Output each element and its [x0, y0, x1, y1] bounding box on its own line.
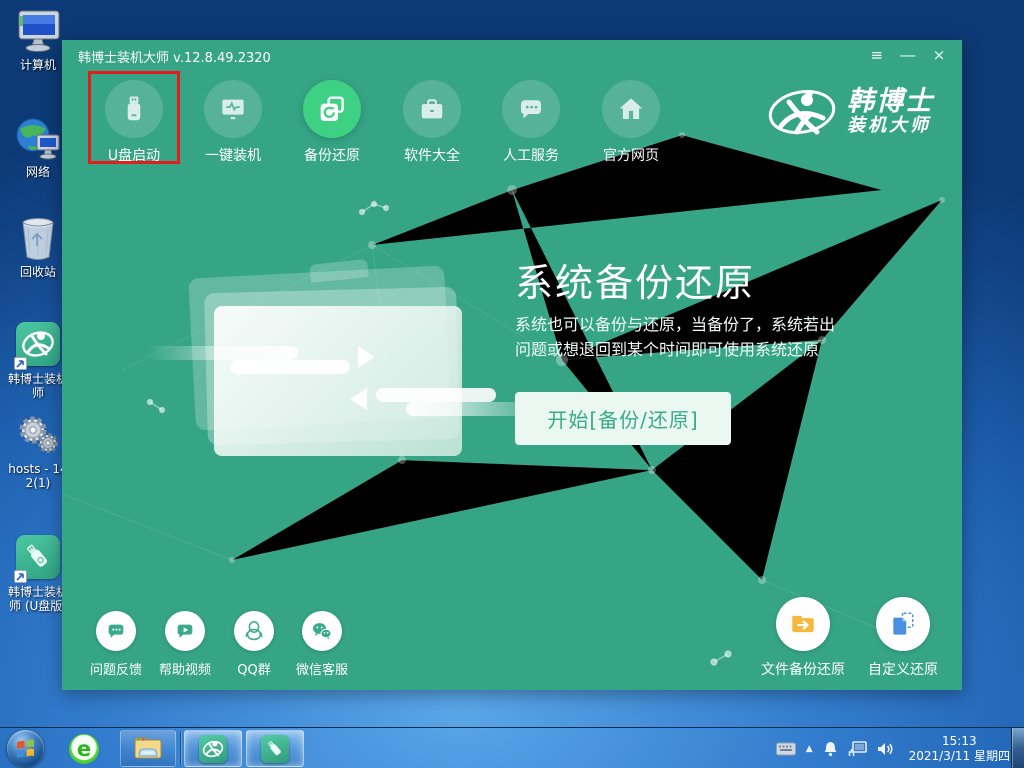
footer-link-wechat[interactable]: 微信客服: [286, 611, 358, 678]
footer-link-label: 帮助视频: [149, 659, 221, 678]
desktop: 计算机 网络 回收站: [0, 0, 1024, 768]
folder-illustration: [190, 266, 490, 476]
wechat-icon: [302, 611, 342, 651]
taskbar: e: [0, 727, 1024, 768]
backup-restore-icon: [303, 80, 361, 138]
desktop-icon-label: 回收站: [6, 265, 70, 279]
description-line2: 问题或想退回到某个时间即可使用系统还原: [515, 337, 835, 362]
nav-label: 官方网页: [585, 145, 677, 165]
nav-label: 备份还原: [286, 145, 378, 165]
tray-show-hidden-icon[interactable]: ▲: [806, 744, 813, 754]
footer-link-qq-group[interactable]: QQ群: [218, 611, 290, 678]
home-icon: [602, 80, 660, 138]
arrow-right-icon: [358, 346, 375, 368]
video-bubble-icon: [165, 611, 205, 651]
footer-link-label: 微信客服: [286, 659, 358, 678]
description-line1: 系统也可以备份与还原，当备份了，系统若出: [515, 312, 835, 337]
desktop-icon-network[interactable]: 网络: [6, 115, 70, 179]
start-backup-restore-button[interactable]: 开始[备份/还原]: [515, 392, 731, 445]
desktop-icon-hanboshi-usb[interactable]: 韩博士装机师 (U盘版): [6, 535, 70, 613]
start-button[interactable]: [7, 730, 44, 767]
desktop-icon-recycle-bin[interactable]: 回收站: [6, 215, 70, 279]
hanboshi-app-window: 韩博士装机大师 v.12.8.49.2320 ≡ ― × U盘启动: [62, 40, 962, 690]
brand-logo-icon: [767, 84, 837, 140]
nav-label: 软件大全: [386, 145, 478, 165]
clock-time: 15:13: [909, 734, 1010, 749]
qq-icon: [234, 611, 274, 651]
desktop-icon-label: 计算机: [6, 58, 70, 72]
desktop-icon-computer[interactable]: 计算机: [6, 8, 70, 72]
shortcut-arrow-icon: [14, 570, 27, 583]
nav-label: 一键装机: [187, 145, 279, 165]
nav-usb-boot[interactable]: U盘启动: [88, 80, 180, 165]
keyboard-icon[interactable]: [776, 742, 796, 756]
volume-icon[interactable]: [877, 741, 894, 757]
footer-link-label: 问题反馈: [80, 659, 152, 678]
taskbar-hanboshi-usb-button[interactable]: [246, 730, 304, 767]
network-status-icon[interactable]: [848, 741, 867, 757]
arrow-left-icon: [350, 388, 367, 410]
monitor-pulse-icon: [204, 80, 262, 138]
feedback-bubble-icon: [96, 611, 136, 651]
explorer-folder-icon: [133, 736, 163, 762]
network-icon: [13, 115, 63, 163]
taskbar-clock[interactable]: 15:13 2021/3/11 星期四: [909, 734, 1010, 764]
clock-date: 2021/3/11 星期四: [909, 749, 1010, 764]
nav-official-site[interactable]: 官方网页: [585, 80, 677, 165]
desktop-icon-label: 网络: [6, 165, 70, 179]
desktop-icon-label: 韩博士装机师: [6, 372, 70, 400]
windows-flag-icon: [7, 730, 44, 767]
desktop-icon-label: 韩博士装机师 (U盘版): [6, 585, 70, 613]
minimize-icon[interactable]: ―: [895, 44, 921, 66]
brand-name: 韩博士: [847, 88, 934, 116]
footer-action-file-backup[interactable]: 文件备份还原: [751, 597, 855, 679]
shortcut-arrow-icon: [14, 357, 27, 370]
close-icon[interactable]: ×: [926, 44, 952, 66]
desktop-icon-label: hosts - 142(1): [6, 462, 70, 490]
desktop-icon-hanboshi-app[interactable]: 韩博士装机师: [6, 322, 70, 400]
folder-arrow-icon: [776, 597, 830, 651]
taskbar-separator: [180, 732, 181, 765]
hanboshi-app-icon: [13, 322, 63, 370]
documents-icon: [876, 597, 930, 651]
footer-action-label: 文件备份还原: [751, 659, 855, 679]
nav-software[interactable]: 软件大全: [386, 80, 478, 165]
nav-backup-restore[interactable]: 备份还原: [286, 80, 378, 165]
hanboshi-usb-task-icon: [261, 735, 289, 763]
browser-icon[interactable]: e: [69, 734, 99, 764]
page-title: 系统备份还原: [515, 252, 755, 307]
hanboshi-usb-icon: [13, 535, 63, 583]
footer-action-label: 自定义还原: [851, 659, 955, 679]
briefcase-icon: [403, 80, 461, 138]
window-controls: ≡ ― ×: [864, 44, 952, 66]
nav-label: U盘启动: [88, 145, 180, 165]
taskbar-explorer-button[interactable]: [120, 730, 176, 767]
nav-one-key-install[interactable]: 一键装机: [187, 80, 279, 165]
chat-bubble-icon: [502, 80, 560, 138]
footer-link-label: QQ群: [218, 659, 290, 678]
window-title: 韩博士装机大师 v.12.8.49.2320: [78, 47, 271, 66]
footer-link-feedback[interactable]: 问题反馈: [80, 611, 152, 678]
brand-logo: 韩博士 装机大师: [767, 84, 934, 140]
page-description: 系统也可以备份与还原，当备份了，系统若出 问题或想退回到某个时间即可使用系统还原: [515, 312, 835, 362]
recycle-bin-icon: [13, 215, 63, 263]
notification-bell-icon[interactable]: [823, 741, 838, 757]
nav-support[interactable]: 人工服务: [485, 80, 577, 165]
desktop-icon-hosts[interactable]: hosts - 142(1): [6, 412, 70, 490]
hanboshi-task-icon: [199, 735, 227, 763]
taskbar-hanboshi-button[interactable]: [184, 730, 242, 767]
show-desktop-button[interactable]: [1011, 728, 1024, 768]
footer-link-help-video[interactable]: 帮助视频: [149, 611, 221, 678]
brand-subtitle: 装机大师: [847, 116, 934, 136]
gears-icon: [13, 412, 63, 460]
usb-boot-icon: [105, 80, 163, 138]
system-tray: ▲ 15:13: [771, 728, 1010, 768]
nav-label: 人工服务: [485, 145, 577, 165]
footer-action-custom-restore[interactable]: 自定义还原: [851, 597, 955, 679]
computer-icon: [13, 8, 63, 56]
menu-icon[interactable]: ≡: [864, 44, 890, 66]
